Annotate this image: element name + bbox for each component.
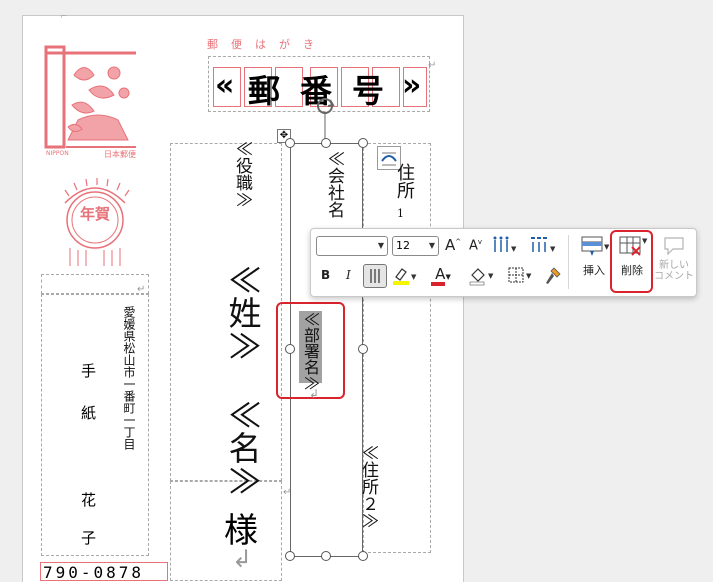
sender-name-char-1[interactable]: 手 [81,360,96,381]
resize-handle-tr[interactable] [358,138,368,148]
svg-text:▼: ▼ [550,245,556,253]
postage-stamp: NIPPON 日本郵便 [44,45,138,163]
sender-name-char-2[interactable]: 紙 [81,402,96,423]
sender-name-char-3[interactable]: 花 [81,489,96,510]
sender-address[interactable]: 愛媛県松山市一番町一丁目 [122,306,136,450]
rotate-handle-icon[interactable] [313,96,337,140]
field-company[interactable]: ≪会社名 [322,150,347,218]
stamp-illustration [44,45,136,149]
shading-button[interactable]: ▼ [467,265,497,290]
bullets-button[interactable]: ▼ [491,236,517,257]
toolbar-separator [568,235,569,289]
resize-handle-bc[interactable] [321,551,331,561]
postcard-label: 郵 便 は が き [207,38,315,51]
shrink-font-button[interactable]: Av [469,238,482,253]
paint-bucket-icon: ▼ [469,268,494,286]
zip-field-open: « [215,68,235,103]
resize-handle-mr[interactable] [358,344,368,354]
insert-button[interactable]: ▼ 挿入 [576,235,612,289]
new-comment-label: 新しい コメント [654,260,694,282]
borders-button[interactable]: ▼ [506,265,536,290]
sender-header-cell [41,274,149,294]
field-surname[interactable]: ≪姓≫ [222,263,262,362]
table-insert-icon: ▼ [581,236,610,256]
field-address2[interactable]: ≪住所２≫ [356,444,381,529]
vertical-numbering-icon: ▼ [531,237,556,253]
comment-icon [664,237,684,256]
borders-icon: ▼ [508,267,532,283]
zip-field-char-3[interactable]: 号 [352,66,384,112]
resize-handle-br[interactable] [358,551,368,561]
resize-handle-bl[interactable] [285,551,295,561]
sender-zip-boxes: 790-0878 [40,562,168,581]
nenga-text: 年賀 [79,205,110,223]
svg-text:▼: ▼ [526,272,532,280]
font-name-combo[interactable]: ▼ [316,236,388,256]
zip-field-char-1[interactable]: 郵 [248,66,280,112]
vertical-text-icon [370,269,380,283]
field-given-name[interactable]: ≪名≫ [222,398,262,497]
highlight-button[interactable]: ▼ [391,265,419,290]
stamp-japan-post-text: 日本郵便 [104,150,136,159]
font-size-value: 12 [396,239,410,252]
vertical-bullets-icon: ▼ [493,236,517,253]
svg-text:▼: ▼ [411,273,417,281]
font-color-button[interactable]: A▼ [428,265,458,286]
format-painter-icon [546,267,561,284]
paragraph-mark-4: ↵ [283,487,292,498]
nenga-postmark: 年賀 [55,178,135,268]
highlighter-icon: ▼ [393,268,417,285]
chevron-down-icon: ▼ [377,241,384,250]
format-painter-button[interactable] [542,265,564,290]
delete-callout-box [610,230,653,293]
grow-font-button[interactable]: A^ [445,236,461,254]
svg-text:▼: ▼ [488,272,494,280]
bold-button[interactable]: B [321,268,330,282]
grow-font-icon: A [445,236,456,254]
font-size-combo[interactable]: 12 ▼ [392,236,439,256]
font-color-icon: A [435,265,446,283]
corner-mark: ⌐ [60,12,68,22]
svg-text:▼: ▼ [511,245,517,253]
stamp-nippon-text: NIPPON [46,150,69,157]
insert-label: 挿入 [583,264,605,277]
vertical-text-button[interactable] [363,264,387,288]
paragraph-mark-2: ↲ [309,387,320,401]
resize-handle-tc[interactable] [321,138,331,148]
resize-handle-tl[interactable] [285,138,295,148]
field-address-number: 1 [397,207,404,220]
sender-name-char-4[interactable]: 子 [81,527,96,548]
sender-zip-text[interactable]: 790-0878 [41,563,167,580]
field-address[interactable]: 住所 [391,163,417,199]
font-color-swatch [431,282,445,286]
shrink-font-icon: A [469,238,478,254]
paragraph-mark-3: ↲ [232,545,253,573]
numbering-button[interactable]: ▼ [529,236,557,257]
new-comment-button[interactable]: 新しい コメント [654,235,694,293]
field-title[interactable]: ≪役職≫ [230,140,255,228]
department-callout-box [276,302,345,399]
mini-toolbar: ▼ 12▼ A^ Av ▼ ▼ B I ▼ A▼ ▼ ▼ ▼ 挿入 ▼ 削除 [310,228,697,297]
zip-field-close: » [402,68,422,103]
paragraph-mark: ↵ [428,60,437,71]
italic-button[interactable]: I [346,268,351,282]
chevron-down-icon: ▼ [428,241,435,250]
